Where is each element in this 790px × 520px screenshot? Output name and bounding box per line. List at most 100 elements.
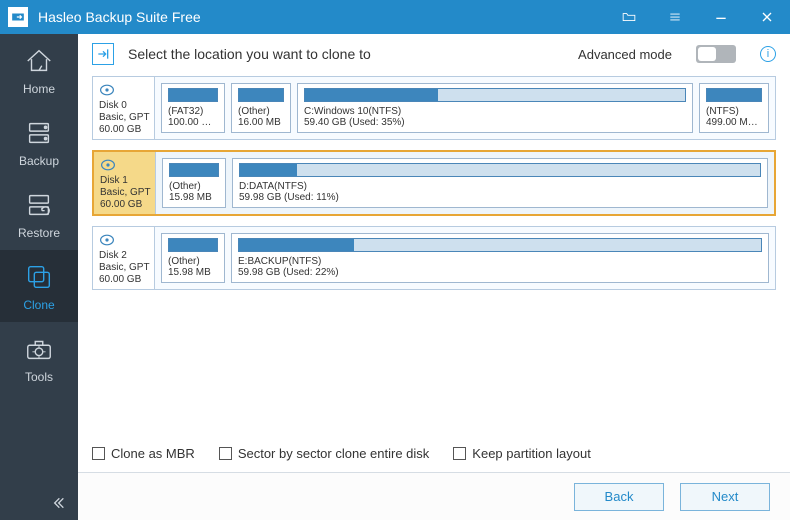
partition[interactable]: E:BACKUP(NTFS)59.98 GB (Used: 22%) — [231, 233, 769, 283]
chevron-left-icon — [50, 495, 66, 511]
disk-row[interactable]: Disk 0Basic, GPT60.00 GB(FAT32)100.00 MB… — [92, 76, 776, 140]
partition[interactable]: C:Windows 10(NTFS)59.40 GB (Used: 35%) — [297, 83, 693, 133]
partition-label: D:DATA(NTFS) — [239, 181, 761, 192]
disk-size: 60.00 GB — [100, 199, 151, 210]
menu-icon[interactable] — [652, 0, 698, 34]
partition-size: 100.00 MB ... — [168, 117, 218, 128]
disk-row[interactable]: Disk 2Basic, GPT60.00 GB(Other)15.98 MBE… — [92, 226, 776, 290]
option-label: Clone as MBR — [111, 446, 195, 461]
titlebar-buttons — [606, 0, 790, 34]
app-window: Hasleo Backup Suite Free Home — [0, 0, 790, 520]
partition-label: (FAT32) — [168, 106, 218, 117]
partition-usage-fill — [707, 89, 761, 101]
app-logo-icon — [8, 7, 28, 27]
partition-usage-bar — [706, 88, 762, 102]
partition[interactable]: (Other)15.98 MB — [162, 158, 226, 208]
partition-size: 59.40 GB (Used: 35%) — [304, 117, 686, 128]
nav-label: Clone — [23, 298, 54, 312]
disk-partitions: (FAT32)100.00 MB ...(Other)16.00 MBC:Win… — [155, 77, 775, 139]
disk-partitions: (Other)15.98 MBE:BACKUP(NTFS)59.98 GB (U… — [155, 227, 775, 289]
checkbox-box — [92, 447, 105, 460]
disk-icon — [99, 233, 115, 247]
clone-icon — [22, 260, 56, 294]
wizard-footer: Back Next — [78, 472, 790, 520]
partition[interactable]: (FAT32)100.00 MB ... — [161, 83, 225, 133]
clone-options: Clone as MBR Sector by sector clone entir… — [78, 434, 790, 472]
partition[interactable]: D:DATA(NTFS)59.98 GB (Used: 11%) — [232, 158, 768, 208]
checkbox-box — [453, 447, 466, 460]
partition-size: 499.00 MB ... — [706, 117, 762, 128]
restore-icon — [22, 188, 56, 222]
partition-usage-bar — [239, 163, 761, 177]
app-body: Home Backup Restore Clone — [0, 34, 790, 520]
partition-usage-bar — [238, 238, 762, 252]
instruction-text: Select the location you want to clone to — [128, 46, 564, 62]
nav-tools[interactable]: Tools — [0, 322, 78, 394]
partition-usage-fill — [169, 239, 217, 251]
close-button[interactable] — [744, 0, 790, 34]
minimize-button[interactable] — [698, 0, 744, 34]
disk-row[interactable]: Disk 1Basic, GPT60.00 GB(Other)15.98 MBD… — [92, 150, 776, 216]
partition-label: C:Windows 10(NTFS) — [304, 106, 686, 117]
partition-usage-fill — [169, 89, 217, 101]
nav-backup[interactable]: Backup — [0, 106, 78, 178]
instruction-bar: Select the location you want to clone to… — [78, 34, 790, 74]
partition-label: (Other) — [169, 181, 219, 192]
disk-icon — [100, 158, 116, 172]
option-label: Sector by sector clone entire disk — [238, 446, 429, 461]
partition-size: 59.98 GB (Used: 11%) — [239, 192, 761, 203]
partition-usage-bar — [168, 238, 218, 252]
partition[interactable]: (NTFS)499.00 MB ... — [699, 83, 769, 133]
option-label: Keep partition layout — [472, 446, 591, 461]
toggle-knob — [698, 47, 716, 61]
next-button[interactable]: Next — [680, 483, 770, 511]
disk-type: Basic, GPT — [99, 112, 150, 123]
target-location-icon — [92, 43, 114, 65]
advanced-mode-label: Advanced mode — [578, 47, 672, 62]
nav-label: Tools — [25, 370, 53, 384]
disk-list: Disk 0Basic, GPT60.00 GB(FAT32)100.00 MB… — [78, 74, 790, 434]
partition-label: (Other) — [238, 106, 284, 117]
advanced-mode-toggle[interactable] — [696, 45, 736, 63]
disk-name: Disk 2 — [99, 250, 150, 261]
open-folder-icon[interactable] — [606, 0, 652, 34]
nav-home[interactable]: Home — [0, 34, 78, 106]
partition-label: (NTFS) — [706, 106, 762, 117]
title-bar: Hasleo Backup Suite Free — [0, 0, 790, 34]
disk-name: Disk 0 — [99, 100, 150, 111]
app-title: Hasleo Backup Suite Free — [38, 9, 606, 25]
nav-label: Home — [23, 82, 55, 96]
tools-icon — [22, 332, 56, 366]
back-button[interactable]: Back — [574, 483, 664, 511]
disk-size: 60.00 GB — [99, 124, 150, 135]
disk-header: Disk 2Basic, GPT60.00 GB — [93, 227, 155, 289]
nav-restore[interactable]: Restore — [0, 178, 78, 250]
disk-type: Basic, GPT — [100, 187, 151, 198]
partition-label: (Other) — [168, 256, 218, 267]
option-checkbox[interactable]: Clone as MBR — [92, 446, 195, 461]
disk-name: Disk 1 — [100, 175, 151, 186]
disk-header: Disk 0Basic, GPT60.00 GB — [93, 77, 155, 139]
partition-usage-fill — [305, 89, 438, 101]
disk-type: Basic, GPT — [99, 262, 150, 273]
option-checkbox[interactable]: Keep partition layout — [453, 446, 591, 461]
home-icon — [22, 44, 56, 78]
sidebar: Home Backup Restore Clone — [0, 34, 78, 520]
partition-size: 59.98 GB (Used: 22%) — [238, 267, 762, 278]
partition-usage-fill — [239, 89, 283, 101]
partition-label: E:BACKUP(NTFS) — [238, 256, 762, 267]
partition-usage-fill — [240, 164, 297, 176]
info-icon[interactable]: i — [760, 46, 776, 62]
partition[interactable]: (Other)15.98 MB — [161, 233, 225, 283]
nav-clone[interactable]: Clone — [0, 250, 78, 322]
checkbox-box — [219, 447, 232, 460]
partition-usage-bar — [169, 163, 219, 177]
disk-icon — [99, 83, 115, 97]
partition[interactable]: (Other)16.00 MB — [231, 83, 291, 133]
nav-label: Backup — [19, 154, 59, 168]
partition-size: 15.98 MB — [169, 192, 219, 203]
option-checkbox[interactable]: Sector by sector clone entire disk — [219, 446, 429, 461]
partition-size: 15.98 MB — [168, 267, 218, 278]
sidebar-collapse-button[interactable] — [0, 486, 78, 520]
partition-usage-bar — [238, 88, 284, 102]
